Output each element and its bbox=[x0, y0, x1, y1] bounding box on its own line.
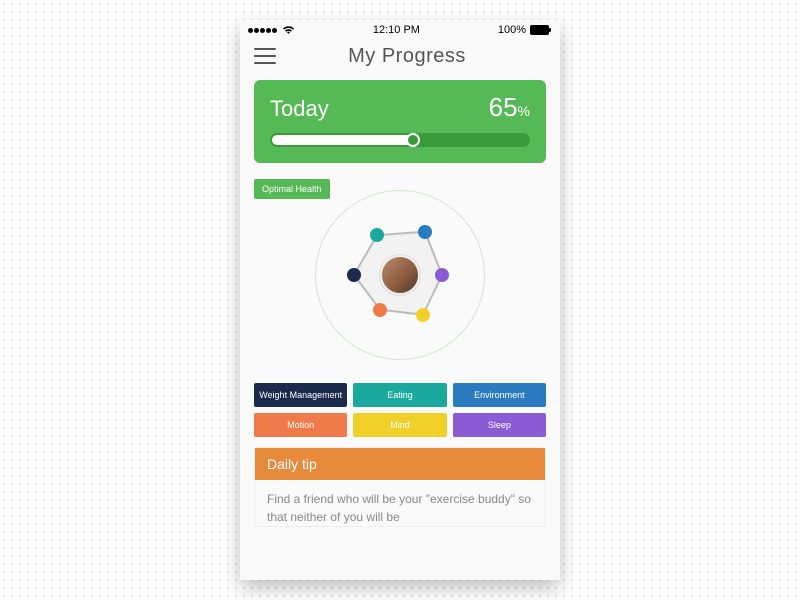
today-card: Today 65% bbox=[254, 80, 546, 163]
radar-node-motion[interactable] bbox=[373, 303, 387, 317]
status-bar: 12:10 PM 100% bbox=[240, 20, 560, 38]
radar-node-weight[interactable] bbox=[347, 268, 361, 282]
chip-eating[interactable]: Eating bbox=[353, 383, 446, 407]
today-percent: 65% bbox=[489, 92, 530, 123]
avatar[interactable] bbox=[380, 255, 420, 295]
navbar: My Progress bbox=[240, 38, 560, 74]
signal-dots-icon bbox=[248, 24, 278, 36]
daily-tip-heading: Daily tip bbox=[255, 448, 545, 480]
menu-icon[interactable] bbox=[254, 48, 276, 64]
phone-frame: 12:10 PM 100% My Progress Today 65% bbox=[240, 20, 560, 580]
chip-weight[interactable]: Weight Management bbox=[254, 383, 347, 407]
radar-chart: Optimal Health bbox=[254, 175, 546, 375]
radar-node-environment[interactable] bbox=[418, 225, 432, 239]
battery-icon bbox=[530, 25, 552, 35]
battery-percent: 100% bbox=[498, 24, 526, 36]
today-label: Today bbox=[270, 96, 329, 122]
chip-environment[interactable]: Environment bbox=[453, 383, 546, 407]
progress-bar[interactable] bbox=[270, 133, 530, 147]
radar-node-eating[interactable] bbox=[370, 228, 384, 242]
wifi-icon bbox=[282, 25, 295, 35]
chip-mind[interactable]: Mind bbox=[353, 413, 446, 437]
status-time: 12:10 PM bbox=[373, 24, 420, 36]
chip-sleep[interactable]: Sleep bbox=[453, 413, 546, 437]
daily-tip-body: Find a friend who will be your "exercise… bbox=[255, 480, 545, 526]
radar-node-mind[interactable] bbox=[416, 308, 430, 322]
daily-tip-card: Daily tip Find a friend who will be your… bbox=[254, 447, 546, 527]
chip-motion[interactable]: Motion bbox=[254, 413, 347, 437]
category-chips: Weight ManagementEating Environment Motion… bbox=[254, 383, 546, 437]
page-title: My Progress bbox=[290, 45, 524, 68]
radar-node-sleep[interactable] bbox=[435, 268, 449, 282]
